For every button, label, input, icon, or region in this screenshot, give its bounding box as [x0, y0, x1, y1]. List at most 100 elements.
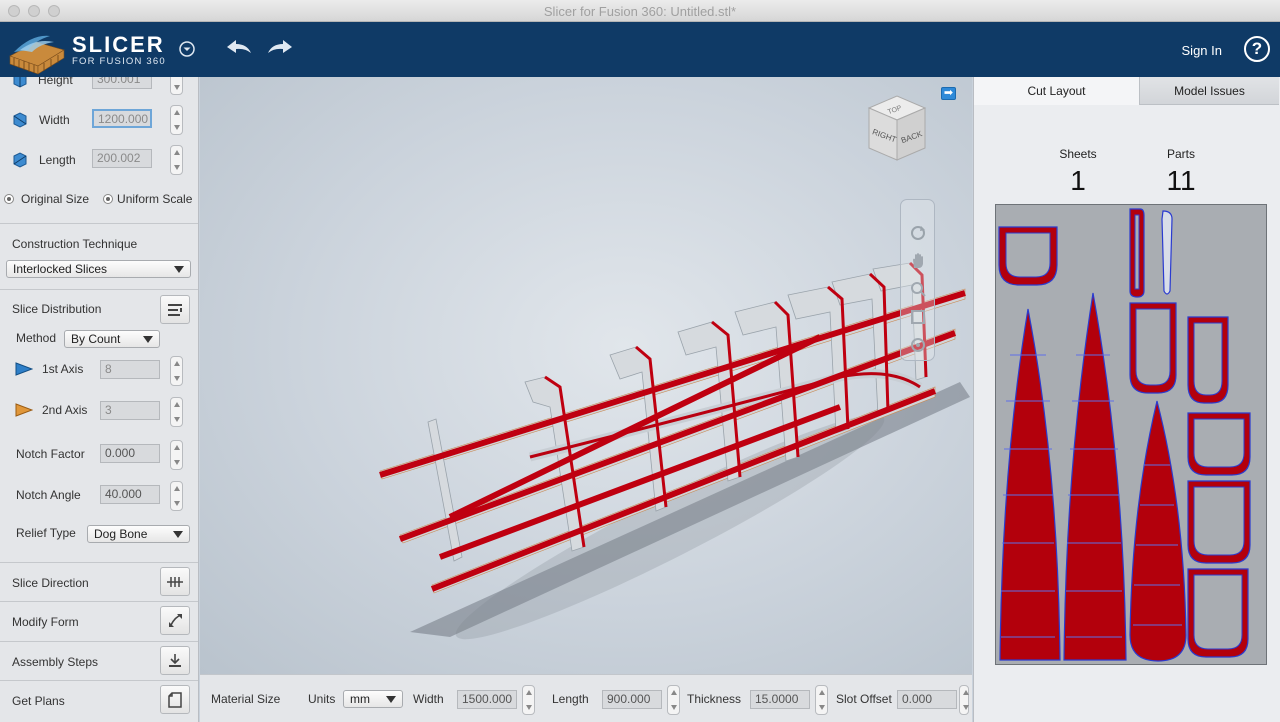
tab-cut-layout[interactable]: Cut Layout — [974, 77, 1139, 105]
notch-angle-label: Notch Angle — [16, 488, 81, 502]
units-label: Units — [308, 692, 336, 706]
settings-panel: Height 300.001 Width 1200.000 Length 200… — [0, 77, 199, 722]
blue-axis-icon — [15, 362, 33, 376]
sheet-length-input[interactable]: 900.000 — [602, 690, 662, 709]
redo-button[interactable] — [265, 36, 295, 58]
window-title-bar: Slicer for Fusion 360: Untitled.stl* — [0, 0, 1280, 22]
part-long-slice — [999, 308, 1061, 661]
app-brand: SLICER — [72, 32, 165, 57]
slicer-logo-icon — [9, 35, 65, 75]
document-icon — [168, 691, 182, 708]
slot-offset-input[interactable]: 0.000 — [897, 690, 957, 709]
slot-offset-stepper[interactable] — [959, 685, 969, 715]
units-value: mm — [350, 692, 370, 706]
units-select[interactable]: mm — [343, 690, 403, 708]
width-label: Width — [39, 113, 70, 127]
app-header: SLICER FOR FUSION 360 Sign In ? — [0, 22, 1280, 77]
sign-in-link[interactable]: Sign In — [1182, 43, 1222, 58]
sheet-length-label: Length — [552, 692, 589, 706]
assembly-steps-icon — [169, 653, 181, 667]
width-cube-icon — [13, 112, 27, 128]
thickness-stepper[interactable] — [815, 685, 828, 715]
modify-form-icon — [169, 613, 182, 627]
chevron-down-icon — [386, 696, 396, 703]
length-stepper[interactable] — [170, 145, 183, 175]
slice-distribution-button[interactable] — [160, 295, 190, 324]
sheet-width-label: Width — [413, 692, 444, 706]
assembly-steps-button[interactable] — [160, 646, 190, 675]
thickness-input[interactable]: 15.0000 — [750, 690, 810, 709]
app-menu-button[interactable] — [178, 40, 196, 58]
assembly-steps-section[interactable]: Assembly Steps — [0, 641, 198, 681]
tab-model-issues[interactable]: Model Issues — [1139, 77, 1279, 105]
second-axis-input[interactable]: 3 — [100, 401, 160, 420]
second-axis-stepper[interactable] — [170, 397, 183, 427]
undo-button[interactable] — [224, 36, 254, 58]
method-label: Method — [16, 331, 57, 345]
width-stepper[interactable] — [170, 105, 183, 135]
modify-form-label: Modify Form — [12, 615, 79, 629]
method-select[interactable]: By Count — [64, 330, 160, 348]
nested-parts — [998, 208, 1251, 662]
sheet-width-input[interactable]: 1500.000 — [457, 690, 517, 709]
modify-form-section[interactable]: Modify Form — [0, 601, 198, 641]
sheet-length-stepper[interactable] — [667, 685, 680, 715]
relief-type-select[interactable]: Dog Bone — [87, 525, 190, 543]
height-cube-icon — [13, 77, 27, 88]
slice-direction-section[interactable]: Slice Direction — [0, 562, 198, 602]
original-size-radio[interactable] — [4, 194, 14, 204]
sheet-width-stepper[interactable] — [522, 685, 535, 715]
chevron-down-icon — [174, 266, 184, 273]
material-size-bar: Material Size Units mm Width 1500.000 Le… — [200, 674, 972, 722]
parts-label: Parts — [1166, 147, 1195, 161]
first-axis-input[interactable]: 8 — [100, 360, 160, 379]
chevron-down-icon — [143, 336, 153, 343]
fit-view-icon[interactable] — [909, 308, 927, 326]
slice-distribution-title: Slice Distribution — [12, 302, 102, 316]
undo-icon — [227, 40, 251, 53]
thickness-label: Thickness — [687, 692, 742, 706]
height-input[interactable]: 300.001 — [92, 77, 152, 89]
orbit-icon[interactable] — [909, 224, 927, 242]
navigation-bar — [900, 199, 935, 361]
notch-factor-input[interactable]: 0.000 — [100, 444, 160, 463]
pan-hand-icon[interactable] — [909, 252, 927, 270]
part-long-slice — [1063, 292, 1127, 661]
uniform-scale-label: Uniform Scale — [117, 192, 193, 206]
get-plans-section[interactable]: Get Plans — [0, 680, 198, 720]
slice-direction-button[interactable] — [160, 567, 190, 596]
first-axis-stepper[interactable] — [170, 356, 183, 386]
width-input[interactable]: 1200.000 — [92, 109, 152, 128]
cut-layout-panel: Cut Layout Model Issues Sheets 1 Parts 1… — [973, 77, 1280, 722]
second-axis-label: 2nd Axis — [42, 403, 88, 417]
length-label: Length — [39, 153, 76, 167]
length-input[interactable]: 200.002 — [92, 149, 152, 168]
length-cube-icon — [13, 152, 27, 168]
material-size-label: Material Size — [211, 692, 281, 706]
method-value: By Count — [71, 332, 121, 346]
construction-technique-select[interactable]: Interlocked Slices — [6, 260, 191, 278]
look-at-icon[interactable] — [909, 336, 927, 354]
help-button[interactable]: ? — [1244, 36, 1270, 62]
sliced-model-render — [379, 261, 970, 640]
height-label: Height — [38, 77, 73, 87]
construction-technique-value: Interlocked Slices — [13, 262, 108, 276]
first-axis-label: 1st Axis — [42, 362, 84, 376]
get-plans-button[interactable] — [160, 685, 190, 714]
part-long-slice — [1129, 400, 1187, 662]
uniform-scale-radio[interactable] — [103, 194, 114, 204]
notch-factor-stepper[interactable] — [170, 440, 183, 470]
height-stepper[interactable] — [170, 77, 183, 95]
modify-form-button[interactable] — [160, 606, 190, 635]
expand-arrow-button[interactable]: ➡ — [941, 87, 956, 100]
cut-sheet[interactable] — [995, 204, 1267, 665]
3d-viewport[interactable]: TOP RIGHT BACK ➡ — [200, 77, 972, 674]
slice-direction-label: Slice Direction — [12, 576, 89, 590]
sheets-count: 1 — [1070, 165, 1086, 196]
get-plans-label: Get Plans — [12, 694, 65, 708]
sheets-label: Sheets — [1059, 147, 1097, 161]
view-cube[interactable]: TOP RIGHT BACK — [863, 94, 929, 164]
zoom-icon[interactable] — [909, 280, 927, 298]
notch-angle-input[interactable]: 40.000 — [100, 485, 160, 504]
notch-angle-stepper[interactable] — [170, 481, 183, 511]
